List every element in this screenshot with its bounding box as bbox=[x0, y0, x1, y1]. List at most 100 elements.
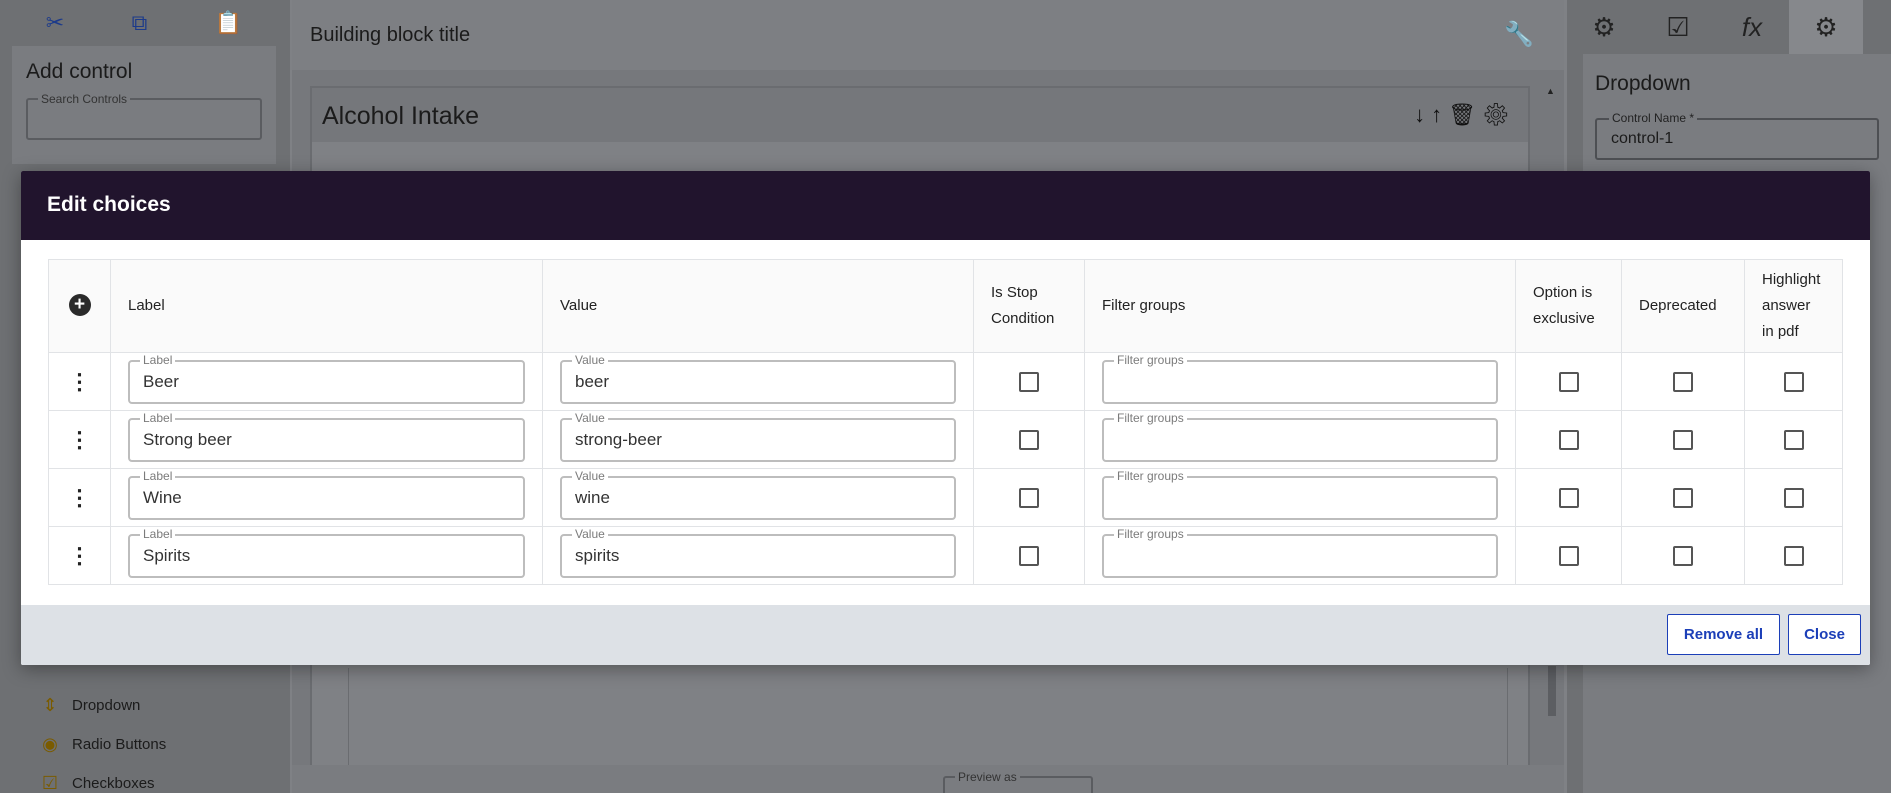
choices-table: + Label Value Is Stop Condition Filter g… bbox=[48, 259, 1843, 585]
column-header-deprecated: Deprecated bbox=[1621, 259, 1745, 353]
label-input[interactable]: Label Beer bbox=[128, 352, 525, 404]
highlight-checkbox[interactable] bbox=[1783, 487, 1804, 508]
deprecated-checkbox[interactable] bbox=[1673, 487, 1693, 508]
exclusive-cell bbox=[1515, 526, 1622, 585]
stop-condition-checkbox[interactable] bbox=[1019, 429, 1039, 450]
control-item-label: Dropdown bbox=[72, 697, 141, 714]
exclusive-cell bbox=[1515, 468, 1622, 527]
deprecated-checkbox[interactable] bbox=[1673, 429, 1693, 450]
value-input-label: Value bbox=[572, 352, 608, 367]
more-vertical-icon[interactable]: ⋮ bbox=[69, 486, 91, 509]
settings-gear-icon[interactable]: ⚙ bbox=[1567, 12, 1641, 43]
more-vertical-icon[interactable]: ⋮ bbox=[69, 544, 91, 567]
highlight-checkbox[interactable] bbox=[1783, 545, 1804, 566]
add-choice-cell: + bbox=[48, 259, 111, 353]
value-input-label: Value bbox=[572, 526, 608, 541]
function-fx-icon[interactable]: fx bbox=[1715, 12, 1789, 43]
close-button[interactable]: Close bbox=[1788, 614, 1861, 655]
table-row: ⋮ Label Spirits Value spirits Filter gro… bbox=[48, 526, 1843, 585]
exclusive-checkbox[interactable] bbox=[1558, 545, 1579, 566]
arrow-down-icon[interactable]: ↓ bbox=[1414, 102, 1431, 127]
right-panel-tabs: ⚙ ☑ fx ⚙ bbox=[1567, 0, 1891, 54]
value-input-value: beer bbox=[575, 371, 610, 391]
highlight-cell bbox=[1744, 468, 1843, 527]
value-input[interactable]: Value beer bbox=[560, 352, 956, 404]
value-input[interactable]: Value wine bbox=[560, 468, 956, 520]
advanced-gear-icon[interactable]: ⚙ bbox=[1789, 0, 1863, 54]
scroll-up-arrow-icon[interactable]: ▲ bbox=[1546, 86, 1558, 96]
stop-condition-cell bbox=[973, 468, 1085, 527]
exclusive-cell bbox=[1515, 410, 1622, 469]
remove-all-button[interactable]: Remove all bbox=[1667, 614, 1780, 655]
label-cell: Label Strong beer bbox=[110, 410, 543, 469]
table-row: ⋮ Label Beer Value beer Filter groups bbox=[48, 352, 1843, 411]
exclusive-checkbox[interactable] bbox=[1558, 371, 1579, 392]
value-input[interactable]: Value spirits bbox=[560, 526, 956, 578]
control-item-label: Checkboxes bbox=[72, 775, 155, 792]
filter-groups-cell: Filter groups bbox=[1084, 352, 1516, 411]
label-input[interactable]: Label Wine bbox=[128, 468, 525, 520]
deprecated-checkbox[interactable] bbox=[1673, 371, 1693, 392]
trash-icon[interactable]: 🗑 bbox=[1448, 102, 1482, 127]
dropdown-icon: ⇕ bbox=[42, 695, 58, 715]
filter-groups-input[interactable]: Filter groups bbox=[1102, 410, 1498, 462]
deprecated-cell bbox=[1621, 468, 1745, 527]
more-vertical-icon[interactable]: ⋮ bbox=[69, 370, 91, 393]
exclusive-cell bbox=[1515, 352, 1622, 411]
duplicate-icon[interactable]: ⧉ bbox=[132, 10, 148, 36]
column-header-stop-condition: Is Stop Condition bbox=[973, 259, 1085, 353]
scroll-thumb[interactable] bbox=[1548, 666, 1556, 716]
dialog-body: + Label Value Is Stop Condition Filter g… bbox=[21, 240, 1870, 605]
label-input-value: Beer bbox=[143, 371, 179, 391]
search-controls-input[interactable]: Search Controls bbox=[26, 92, 262, 140]
filter-groups-input[interactable]: Filter groups bbox=[1102, 352, 1498, 404]
dialog-footer: Remove all Close bbox=[21, 605, 1870, 665]
gear-icon[interactable]: ⚙ bbox=[1482, 102, 1516, 127]
properties-title: Dropdown bbox=[1595, 72, 1691, 95]
control-name-field[interactable]: Control Name * control-1 bbox=[1595, 111, 1879, 160]
deprecated-checkbox[interactable] bbox=[1673, 545, 1693, 566]
value-input[interactable]: Value strong-beer bbox=[560, 410, 956, 462]
add-control-section: Add control Search Controls bbox=[12, 46, 276, 164]
highlight-cell bbox=[1744, 410, 1843, 469]
filter-groups-input[interactable]: Filter groups bbox=[1102, 468, 1498, 520]
value-input-label: Value bbox=[572, 410, 608, 425]
filter-groups-label: Filter groups bbox=[1114, 526, 1187, 541]
value-input-value: spirits bbox=[575, 545, 620, 565]
stop-condition-checkbox[interactable] bbox=[1019, 371, 1039, 392]
table-row: ⋮ Label Strong beer Value strong-beer Fi… bbox=[48, 410, 1843, 469]
preview-as-select[interactable]: Preview as bbox=[943, 770, 1093, 793]
preview-as-label: Preview as bbox=[955, 770, 1020, 784]
label-input-label: Label bbox=[140, 526, 176, 541]
label-input-label: Label bbox=[140, 410, 176, 425]
stop-condition-checkbox[interactable] bbox=[1019, 545, 1039, 566]
more-vertical-icon[interactable]: ⋮ bbox=[69, 428, 91, 451]
deprecated-cell bbox=[1621, 352, 1745, 411]
highlight-cell bbox=[1744, 352, 1843, 411]
section-title: Alcohol Intake bbox=[322, 102, 480, 130]
control-item-label: Radio Buttons bbox=[72, 736, 167, 753]
wrench-icon[interactable]: 🔧 bbox=[1504, 20, 1534, 49]
filter-groups-cell: Filter groups bbox=[1084, 526, 1516, 585]
label-input[interactable]: Label Strong beer bbox=[128, 410, 525, 462]
stop-condition-checkbox[interactable] bbox=[1019, 487, 1039, 508]
control-item-checkboxes[interactable]: ☑ Checkboxes bbox=[38, 764, 166, 793]
arrow-up-icon[interactable]: ↑ bbox=[1431, 102, 1448, 127]
cut-icon[interactable]: ✂ bbox=[46, 10, 64, 36]
control-item-radio-buttons[interactable]: ◉ Radio Buttons bbox=[38, 725, 166, 764]
filter-groups-input[interactable]: Filter groups bbox=[1102, 526, 1498, 578]
highlight-cell bbox=[1744, 526, 1843, 585]
label-input[interactable]: Label Spirits bbox=[128, 526, 525, 578]
add-choice-icon[interactable]: + bbox=[68, 294, 91, 316]
filter-groups-cell: Filter groups bbox=[1084, 468, 1516, 527]
highlight-checkbox[interactable] bbox=[1783, 429, 1804, 450]
exclusive-checkbox[interactable] bbox=[1558, 429, 1579, 450]
highlight-checkbox[interactable] bbox=[1783, 371, 1804, 392]
label-cell: Label Beer bbox=[110, 352, 543, 411]
control-item-dropdown[interactable]: ⇕ Dropdown bbox=[38, 686, 166, 725]
paste-icon[interactable]: 📋 bbox=[215, 10, 242, 36]
row-menu-cell: ⋮ bbox=[48, 352, 111, 411]
table-header-row: + Label Value Is Stop Condition Filter g… bbox=[48, 259, 1843, 353]
exclusive-checkbox[interactable] bbox=[1558, 487, 1579, 508]
validation-check-icon[interactable]: ☑ bbox=[1641, 12, 1715, 43]
